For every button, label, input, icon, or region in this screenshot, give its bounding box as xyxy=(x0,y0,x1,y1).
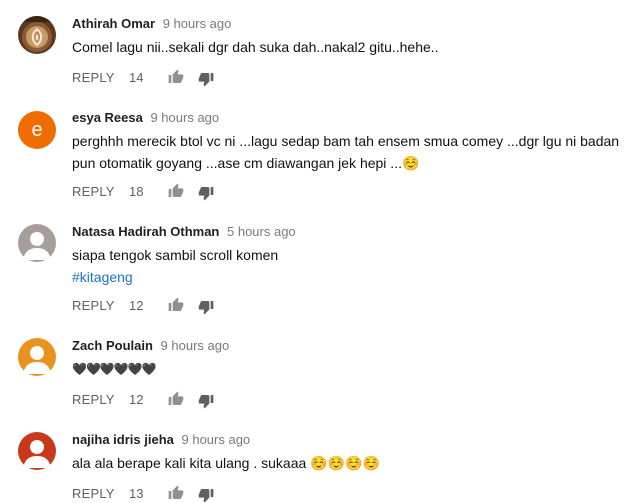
comment-text: ala ala berape kali kita ulang . sukaaa … xyxy=(72,455,380,471)
thumbs-up-icon[interactable] xyxy=(168,485,184,501)
like-count: 18 xyxy=(129,184,144,199)
like-count: 12 xyxy=(129,392,144,407)
avatar[interactable]: e xyxy=(18,111,56,149)
avatar-letter: e xyxy=(31,119,43,141)
reply-button[interactable]: REPLY xyxy=(72,297,115,315)
latte-art-icon xyxy=(18,16,56,54)
timestamp[interactable]: 5 hours ago xyxy=(227,224,296,239)
comment-header: esya Reesa 9 hours ago xyxy=(72,110,219,126)
timestamp[interactable]: 9 hours ago xyxy=(150,110,219,125)
comment-text: 🖤🖤🖤🖤🖤🖤 xyxy=(72,362,157,376)
comment-text: Comel lagu nii..sekali dgr dah suka dah.… xyxy=(72,39,439,55)
avatar[interactable] xyxy=(18,16,56,54)
comment-header: Zach Poulain 9 hours ago xyxy=(72,338,229,354)
default-person-icon xyxy=(18,224,56,262)
default-person-icon xyxy=(18,338,56,376)
default-person-icon xyxy=(18,432,56,470)
author-name[interactable]: Zach Poulain xyxy=(72,338,153,353)
avatar[interactable] xyxy=(18,338,56,376)
avatar[interactable] xyxy=(18,432,56,470)
thumbs-up-icon[interactable] xyxy=(168,69,184,85)
comment-actions: REPLY 14 xyxy=(72,69,272,87)
author-name[interactable]: Natasa Hadirah Othman xyxy=(72,224,219,239)
avatar[interactable] xyxy=(18,224,56,262)
comment-header: Natasa Hadirah Othman 5 hours ago xyxy=(72,224,296,240)
comment-header: Athirah Omar 9 hours ago xyxy=(72,16,231,32)
thumbs-down-icon[interactable] xyxy=(198,185,214,201)
reply-button[interactable]: REPLY xyxy=(72,183,115,201)
thumbs-down-icon[interactable] xyxy=(198,71,214,87)
author-name[interactable]: esya Reesa xyxy=(72,110,143,125)
comment-actions: REPLY 18 xyxy=(72,183,272,201)
comment-actions: REPLY 12 xyxy=(72,297,272,315)
author-name[interactable]: Athirah Omar xyxy=(72,16,155,31)
like-count: 13 xyxy=(129,486,144,501)
comment-actions: REPLY 13 xyxy=(72,485,272,503)
timestamp[interactable]: 9 hours ago xyxy=(161,338,230,353)
thumbs-down-icon[interactable] xyxy=(198,299,214,315)
like-count: 12 xyxy=(129,298,144,313)
comment-text: perghhh merecik btol vc ni ...lagu sedap… xyxy=(72,133,620,171)
author-name[interactable]: najiha idris jieha xyxy=(72,432,174,447)
comment-header: najiha idris jieha 9 hours ago xyxy=(72,432,250,448)
reply-button[interactable]: REPLY xyxy=(72,391,115,409)
comment-text: siapa tengok sambil scroll komen #kitage… xyxy=(72,244,628,288)
timestamp[interactable]: 9 hours ago xyxy=(163,16,232,31)
thumbs-up-icon[interactable] xyxy=(168,391,184,407)
timestamp[interactable]: 9 hours ago xyxy=(182,432,251,447)
thumbs-up-icon[interactable] xyxy=(168,297,184,313)
hashtag-link[interactable]: #kitageng xyxy=(72,266,628,288)
comment-text-line: siapa tengok sambil scroll komen xyxy=(72,247,279,263)
thumbs-down-icon[interactable] xyxy=(198,393,214,409)
thumbs-up-icon[interactable] xyxy=(168,183,184,199)
reply-button[interactable]: REPLY xyxy=(72,69,115,87)
comment-actions: REPLY 12 xyxy=(72,391,272,409)
reply-button[interactable]: REPLY xyxy=(72,485,115,503)
like-count: 14 xyxy=(129,70,144,85)
thumbs-down-icon[interactable] xyxy=(198,487,214,503)
